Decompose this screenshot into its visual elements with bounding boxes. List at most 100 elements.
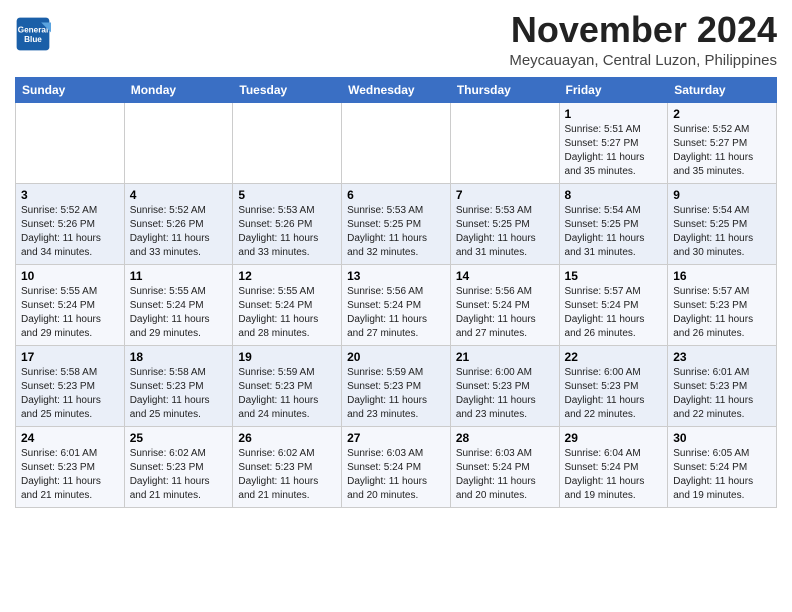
day-number: 24	[21, 431, 119, 445]
day-info: Sunrise: 5:58 AM Sunset: 5:23 PM Dayligh…	[21, 366, 119, 422]
day-number: 26	[238, 431, 336, 445]
day-number: 23	[673, 350, 771, 364]
day-info: Sunrise: 5:52 AM Sunset: 5:26 PM Dayligh…	[130, 204, 228, 260]
day-info: Sunrise: 6:01 AM Sunset: 5:23 PM Dayligh…	[21, 447, 119, 503]
calendar-cell: 28 Sunrise: 6:03 AM Sunset: 5:24 PM Dayli…	[450, 426, 559, 507]
day-info: Sunrise: 6:03 AM Sunset: 5:24 PM Dayligh…	[456, 447, 554, 503]
weekday-header: Sunday	[16, 77, 125, 102]
calendar-cell: 7Sunrise: 5:53 AM Sunset: 5:25 PM Daylig…	[450, 183, 559, 264]
calendar-table: SundayMondayTuesdayWednesdayThursdayFrid…	[15, 77, 777, 508]
day-info: Sunrise: 5:51 AM Sunset: 5:27 PM Dayligh…	[565, 123, 663, 179]
day-info: Sunrise: 6:05 AM Sunset: 5:24 PM Dayligh…	[673, 447, 771, 503]
day-number: 15	[565, 269, 663, 283]
calendar-cell: 17 Sunrise: 5:58 AM Sunset: 5:23 PM Dayli…	[16, 345, 125, 426]
day-number: 20	[347, 350, 445, 364]
weekday-header: Monday	[124, 77, 233, 102]
day-number: 5	[238, 188, 336, 202]
logo: General Blue	[15, 16, 51, 52]
calendar-cell: 15 Sunrise: 5:57 AM Sunset: 5:24 PM Dayli…	[559, 264, 668, 345]
weekday-header: Thursday	[450, 77, 559, 102]
day-number: 11	[130, 269, 228, 283]
day-number: 21	[456, 350, 554, 364]
logo-icon: General Blue	[15, 16, 51, 52]
calendar-cell: 2Sunrise: 5:52 AM Sunset: 5:27 PM Daylig…	[668, 102, 777, 183]
day-number: 8	[565, 188, 663, 202]
calendar-week-row: 24 Sunrise: 6:01 AM Sunset: 5:23 PM Dayli…	[16, 426, 777, 507]
day-info: Sunrise: 5:53 AM Sunset: 5:26 PM Dayligh…	[238, 204, 336, 260]
weekday-header: Friday	[559, 77, 668, 102]
calendar-cell: 29 Sunrise: 6:04 AM Sunset: 5:24 PM Dayli…	[559, 426, 668, 507]
day-info: Sunrise: 6:00 AM Sunset: 5:23 PM Dayligh…	[456, 366, 554, 422]
svg-text:General: General	[18, 25, 48, 34]
calendar-cell: 21 Sunrise: 6:00 AM Sunset: 5:23 PM Dayli…	[450, 345, 559, 426]
day-info: Sunrise: 5:56 AM Sunset: 5:24 PM Dayligh…	[456, 285, 554, 341]
calendar-cell: 16 Sunrise: 5:57 AM Sunset: 5:23 PM Dayli…	[668, 264, 777, 345]
calendar-week-row: 10 Sunrise: 5:55 AM Sunset: 5:24 PM Dayli…	[16, 264, 777, 345]
day-info: Sunrise: 6:02 AM Sunset: 5:23 PM Dayligh…	[130, 447, 228, 503]
calendar-cell: 8 Sunrise: 5:54 AM Sunset: 5:25 PM Daylig…	[559, 183, 668, 264]
day-info: Sunrise: 6:01 AM Sunset: 5:23 PM Dayligh…	[673, 366, 771, 422]
day-info: Sunrise: 6:00 AM Sunset: 5:23 PM Dayligh…	[565, 366, 663, 422]
location-subtitle: Meycauayan, Central Luzon, Philippines	[509, 52, 777, 69]
day-number: 30	[673, 431, 771, 445]
calendar-cell: 19 Sunrise: 5:59 AM Sunset: 5:23 PM Dayli…	[233, 345, 342, 426]
day-number: 10	[21, 269, 119, 283]
calendar-cell: 23 Sunrise: 6:01 AM Sunset: 5:23 PM Dayli…	[668, 345, 777, 426]
day-number: 29	[565, 431, 663, 445]
calendar-cell: 12Sunrise: 5:55 AM Sunset: 5:24 PM Dayli…	[233, 264, 342, 345]
calendar-week-row: 17 Sunrise: 5:58 AM Sunset: 5:23 PM Dayli…	[16, 345, 777, 426]
page-header: General Blue November 2024 Meycauayan, C…	[15, 10, 777, 69]
calendar-week-row: 3 Sunrise: 5:52 AM Sunset: 5:26 PM Daylig…	[16, 183, 777, 264]
day-number: 9	[673, 188, 771, 202]
weekday-header: Saturday	[668, 77, 777, 102]
day-info: Sunrise: 6:02 AM Sunset: 5:23 PM Dayligh…	[238, 447, 336, 503]
day-number: 22	[565, 350, 663, 364]
day-info: Sunrise: 5:54 AM Sunset: 5:25 PM Dayligh…	[565, 204, 663, 260]
day-info: Sunrise: 5:57 AM Sunset: 5:24 PM Dayligh…	[565, 285, 663, 341]
day-number: 3	[21, 188, 119, 202]
weekday-header-row: SundayMondayTuesdayWednesdayThursdayFrid…	[16, 77, 777, 102]
day-number: 16	[673, 269, 771, 283]
day-info: Sunrise: 5:55 AM Sunset: 5:24 PM Dayligh…	[130, 285, 228, 341]
calendar-cell: 26 Sunrise: 6:02 AM Sunset: 5:23 PM Dayli…	[233, 426, 342, 507]
day-number: 18	[130, 350, 228, 364]
day-info: Sunrise: 5:59 AM Sunset: 5:23 PM Dayligh…	[347, 366, 445, 422]
calendar-cell: 4 Sunrise: 5:52 AM Sunset: 5:26 PM Daylig…	[124, 183, 233, 264]
month-title: November 2024	[509, 10, 777, 50]
calendar-cell	[450, 102, 559, 183]
day-number: 28	[456, 431, 554, 445]
day-number: 13	[347, 269, 445, 283]
calendar-cell: 9Sunrise: 5:54 AM Sunset: 5:25 PM Daylig…	[668, 183, 777, 264]
calendar-cell: 18Sunrise: 5:58 AM Sunset: 5:23 PM Dayli…	[124, 345, 233, 426]
day-info: Sunrise: 5:56 AM Sunset: 5:24 PM Dayligh…	[347, 285, 445, 341]
calendar-cell: 5 Sunrise: 5:53 AM Sunset: 5:26 PM Daylig…	[233, 183, 342, 264]
day-number: 4	[130, 188, 228, 202]
day-info: Sunrise: 5:57 AM Sunset: 5:23 PM Dayligh…	[673, 285, 771, 341]
calendar-week-row: 1 Sunrise: 5:51 AM Sunset: 5:27 PM Daylig…	[16, 102, 777, 183]
calendar-cell	[233, 102, 342, 183]
day-info: Sunrise: 5:52 AM Sunset: 5:27 PM Dayligh…	[673, 123, 771, 179]
calendar-cell: 14Sunrise: 5:56 AM Sunset: 5:24 PM Dayli…	[450, 264, 559, 345]
day-info: Sunrise: 6:04 AM Sunset: 5:24 PM Dayligh…	[565, 447, 663, 503]
day-number: 19	[238, 350, 336, 364]
calendar-cell: 6 Sunrise: 5:53 AM Sunset: 5:25 PM Daylig…	[342, 183, 451, 264]
calendar-cell: 11 Sunrise: 5:55 AM Sunset: 5:24 PM Dayli…	[124, 264, 233, 345]
svg-text:Blue: Blue	[24, 35, 42, 44]
title-block: November 2024 Meycauayan, Central Luzon,…	[509, 10, 777, 69]
day-info: Sunrise: 6:03 AM Sunset: 5:24 PM Dayligh…	[347, 447, 445, 503]
day-number: 25	[130, 431, 228, 445]
day-info: Sunrise: 5:53 AM Sunset: 5:25 PM Dayligh…	[347, 204, 445, 260]
calendar-cell: 24 Sunrise: 6:01 AM Sunset: 5:23 PM Dayli…	[16, 426, 125, 507]
calendar-cell: 1 Sunrise: 5:51 AM Sunset: 5:27 PM Daylig…	[559, 102, 668, 183]
calendar-cell: 30 Sunrise: 6:05 AM Sunset: 5:24 PM Dayli…	[668, 426, 777, 507]
day-number: 17	[21, 350, 119, 364]
day-info: Sunrise: 5:53 AM Sunset: 5:25 PM Dayligh…	[456, 204, 554, 260]
calendar-cell: 10 Sunrise: 5:55 AM Sunset: 5:24 PM Dayli…	[16, 264, 125, 345]
day-number: 1	[565, 107, 663, 121]
day-info: Sunrise: 5:55 AM Sunset: 5:24 PM Dayligh…	[238, 285, 336, 341]
calendar-cell: 13 Sunrise: 5:56 AM Sunset: 5:24 PM Dayli…	[342, 264, 451, 345]
day-number: 6	[347, 188, 445, 202]
day-info: Sunrise: 5:55 AM Sunset: 5:24 PM Dayligh…	[21, 285, 119, 341]
day-info: Sunrise: 5:59 AM Sunset: 5:23 PM Dayligh…	[238, 366, 336, 422]
calendar-cell: 25 Sunrise: 6:02 AM Sunset: 5:23 PM Dayli…	[124, 426, 233, 507]
